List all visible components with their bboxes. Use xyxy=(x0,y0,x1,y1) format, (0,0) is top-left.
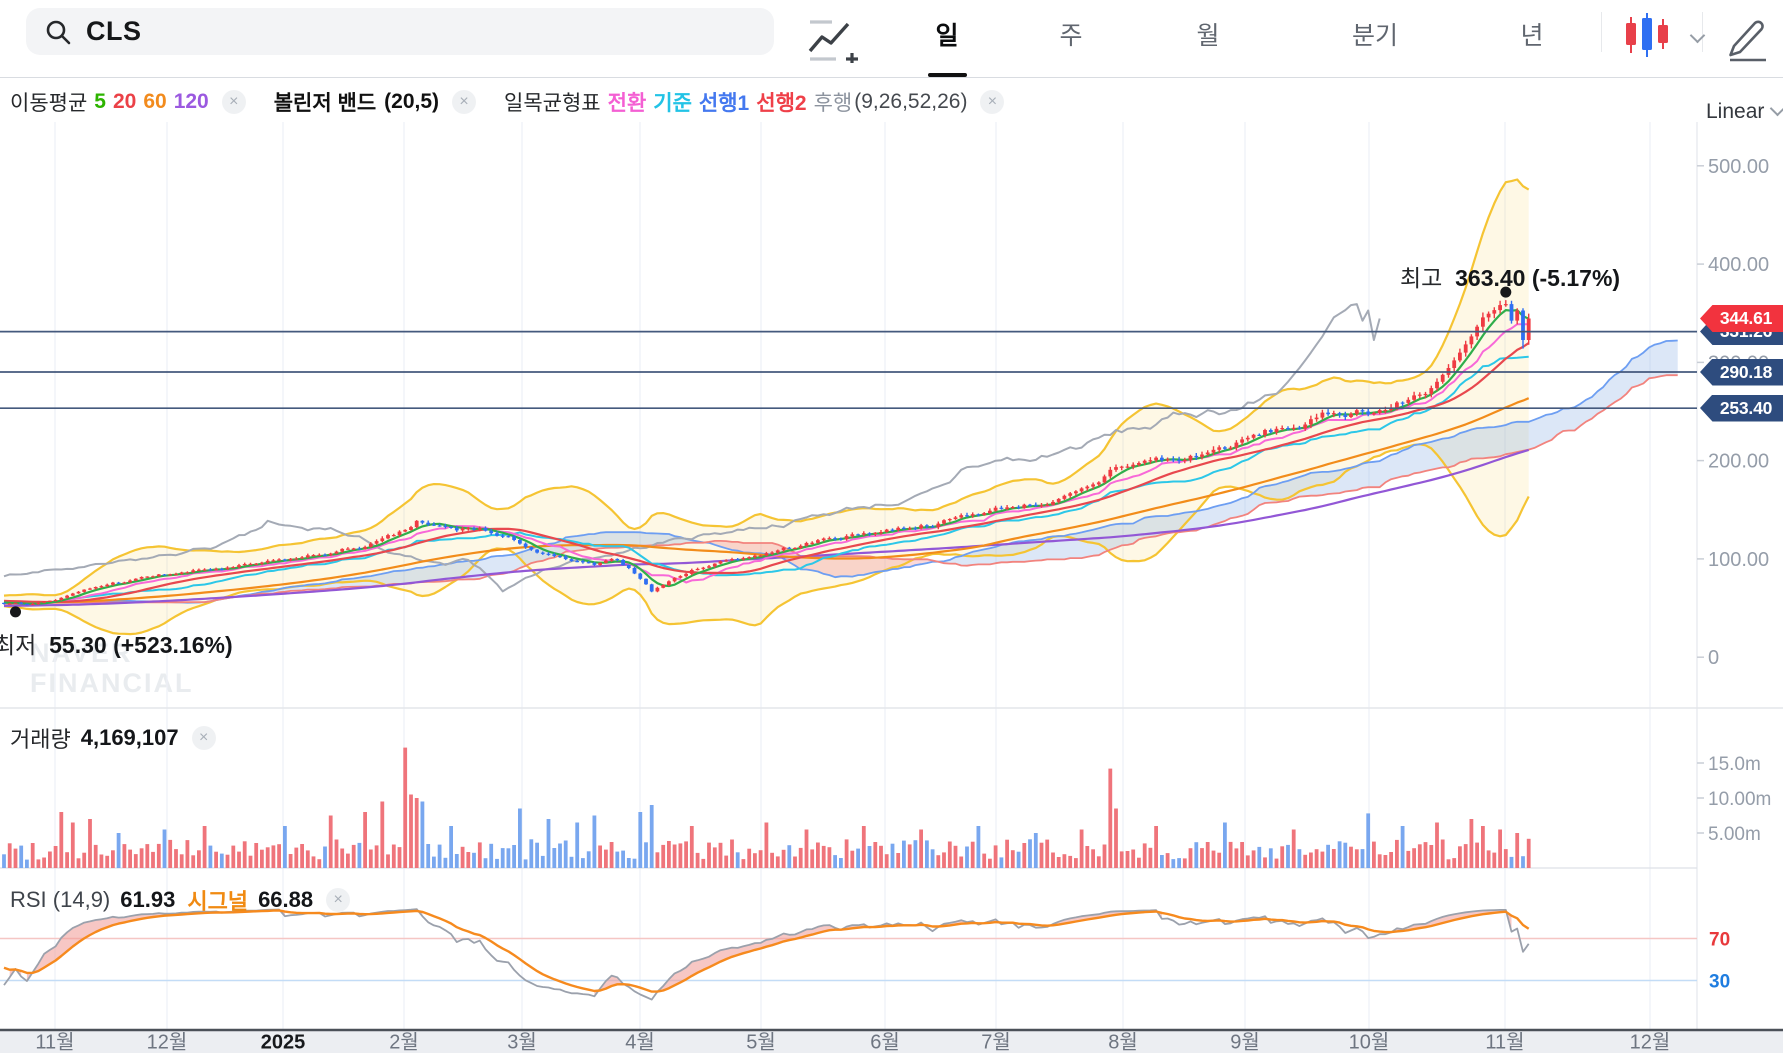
candle-style-icon[interactable] xyxy=(1624,13,1674,57)
rsi-level-label: 70 xyxy=(1709,930,1730,951)
price-line-tag-290[interactable]: 290.18 xyxy=(1700,358,1783,386)
rsi-signal-value: 66.88 xyxy=(258,887,314,912)
tab-yearly[interactable]: 년 xyxy=(1520,16,1543,52)
volume-axis-tick: 15.0m xyxy=(1708,754,1761,775)
x-axis-month-label: 5월 xyxy=(746,1031,776,1053)
volume-value: 4,169,107 xyxy=(80,725,179,750)
y-axis-tick: 200.00 xyxy=(1708,451,1769,473)
x-axis-month-label: 11월 xyxy=(35,1031,74,1053)
remove-ichimoku-button[interactable]: × xyxy=(980,90,1005,114)
bollinger-params: (20,5) xyxy=(384,90,440,113)
ichimoku-chikou-label: 후행 xyxy=(813,92,853,115)
x-axis-month-label: 4월 xyxy=(625,1031,655,1053)
search-icon xyxy=(46,20,71,44)
high-annotation: 최고 363.40 (-5.17%) xyxy=(1400,265,1621,291)
ma-period-60: 60 xyxy=(143,90,167,113)
chart-app: NAVER FINANCIAL 7030500.00400.00300.0020… xyxy=(0,0,1783,1053)
indicator-legend: 이동평균 5 20 60 120 × 볼린저 밴드 (20,5) × 일목균형표… xyxy=(10,85,1005,119)
rsi-value: 61.93 xyxy=(120,887,176,912)
ichimoku-kijun-label: 기준 xyxy=(653,92,692,115)
ichimoku-params: (9,26,52,26) xyxy=(854,90,968,113)
ma-period-20: 20 xyxy=(112,90,137,113)
tab-daily[interactable]: 일 xyxy=(935,16,958,52)
volume-axis: 15.0m 10.00m 5.00m xyxy=(1697,754,1771,845)
ma-period-120: 120 xyxy=(173,90,209,113)
rsi-level-label: 30 xyxy=(1709,972,1730,993)
x-axis-month-label: 2025 xyxy=(261,1032,306,1053)
y-axis-tick: 500.00 xyxy=(1708,156,1769,178)
scale-mode-dropdown[interactable]: Linear xyxy=(1706,100,1783,124)
ichimoku-senkou2-label: 선행2 xyxy=(756,92,807,115)
current-price-tag: 344.61 xyxy=(1700,305,1783,332)
x-axis-month-label: 3월 xyxy=(507,1031,537,1053)
x-axis-month-label: 10월 xyxy=(1349,1031,1390,1053)
x-axis-month-label: 6월 xyxy=(870,1031,900,1053)
search-input[interactable]: CLS xyxy=(86,16,142,47)
symbol-search-box[interactable]: CLS xyxy=(26,8,774,55)
tab-weekly[interactable]: 주 xyxy=(1059,16,1082,52)
price-line-tag-253[interactable]: 253.40 xyxy=(1700,394,1783,422)
compare-chart-add-icon[interactable] xyxy=(806,13,864,63)
x-axis-month-label: 9월 xyxy=(1230,1031,1260,1053)
rsi-header: RSI (14,9) 61.93 시그널 66.88 × xyxy=(10,884,351,916)
remove-bollinger-button[interactable]: × xyxy=(452,90,477,114)
x-axis-month-label: 8월 xyxy=(1108,1031,1138,1053)
y-axis-tick: 400.00 xyxy=(1708,254,1769,276)
volume-axis-tick: 10.00m xyxy=(1708,789,1771,810)
volume-header: 거래량 4,169,107 × xyxy=(10,722,216,754)
tab-quarterly[interactable]: 분기 xyxy=(1352,16,1398,52)
ichimoku-tenkan-label: 전환 xyxy=(607,92,647,115)
rsi-plot xyxy=(3,908,1530,1001)
y-axis-tick: 0 xyxy=(1708,647,1719,669)
rsi-levels: 70 30 xyxy=(0,930,1730,993)
remove-rsi-button[interactable]: × xyxy=(326,888,351,912)
x-axis-month-label: 12월 xyxy=(147,1031,188,1053)
volume-bars xyxy=(2,747,1531,868)
remove-volume-button[interactable]: × xyxy=(191,726,216,750)
tab-monthly[interactable]: 월 xyxy=(1196,16,1219,52)
header-toolbar: CLS 일 주 월 분기 년 xyxy=(0,0,1783,78)
draw-pencil-icon[interactable] xyxy=(1722,10,1772,62)
ma-period-5: 5 xyxy=(94,90,106,113)
rsi-signal-label: 시그널 xyxy=(187,889,249,914)
chevron-down-icon xyxy=(1770,100,1783,117)
ichimoku-senkou1-label: 선행1 xyxy=(698,92,750,115)
x-axis-month-label: 12월 xyxy=(1630,1031,1671,1053)
y-axis-tick: 100.00 xyxy=(1708,549,1769,571)
active-tab-underline xyxy=(928,72,967,77)
ichimoku-label: 일목균형표 xyxy=(504,92,601,115)
x-axis-month-label: 2월 xyxy=(389,1031,419,1053)
remove-ma-button[interactable]: × xyxy=(221,90,246,114)
x-axis-month-label: 7월 xyxy=(981,1031,1011,1053)
volume-axis-tick: 5.00m xyxy=(1708,824,1761,845)
ma-label: 이동평균 xyxy=(10,92,88,115)
x-axis-month-label: 11월 xyxy=(1485,1031,1524,1053)
toolbar-divider xyxy=(1601,12,1602,52)
low-annotation: 최저 55.30 (+523.16%) xyxy=(0,632,233,658)
x-axis[interactable]: 11월 12월 2025 2월 3월 4월 5월 6월 7월 8월 9월 10월 11월 12월 xyxy=(0,1028,1783,1053)
bollinger-label: 볼린저 밴드 xyxy=(273,92,377,115)
